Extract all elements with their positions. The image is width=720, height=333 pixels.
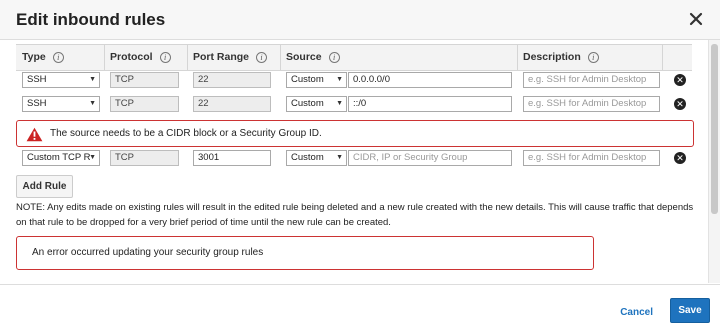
- warning-icon: [26, 127, 43, 142]
- chevron-down-icon: ▼: [89, 76, 96, 83]
- remove-rule-icon[interactable]: ✕: [674, 74, 686, 86]
- source-input[interactable]: ::/0: [348, 96, 512, 112]
- info-icon[interactable]: i: [328, 51, 340, 63]
- update-error-text: An error occurred updating your security…: [32, 247, 264, 258]
- scrollbar-thumb[interactable]: [711, 44, 718, 214]
- type-select[interactable]: Custom TCP R ▼: [22, 150, 100, 166]
- source-input[interactable]: CIDR, IP or Security Group: [348, 150, 512, 166]
- rule-row: SSH ▼ TCP 22 Custom ▼ 0.0.0.0/0 e.g. SSH…: [16, 69, 692, 91]
- source-validation-error: The source needs to be a CIDR block or a…: [16, 120, 694, 147]
- chevron-down-icon: ▼: [336, 154, 343, 161]
- rules-scroll-area[interactable]: Type i Protocol i Port Range i Source i …: [0, 40, 720, 283]
- type-select[interactable]: SSH ▼: [22, 96, 100, 112]
- header-description: Description i: [517, 45, 599, 70]
- chevron-down-icon: ▼: [89, 154, 96, 161]
- protocol-field: TCP: [110, 72, 179, 88]
- remove-rule-icon[interactable]: ✕: [674, 98, 686, 110]
- save-button[interactable]: Save: [670, 298, 710, 323]
- header-type: Type i: [22, 51, 64, 63]
- port-range-field: 22: [193, 72, 271, 88]
- info-icon[interactable]: i: [587, 51, 599, 63]
- info-icon[interactable]: i: [52, 51, 64, 63]
- source-type-select[interactable]: Custom ▼: [286, 72, 347, 88]
- rule-row: SSH ▼ TCP 22 Custom ▼ ::/0 e.g. SSH for …: [16, 93, 692, 115]
- validation-error-text: The source needs to be a CIDR block or a…: [50, 128, 322, 139]
- edit-inbound-rules-dialog: Edit inbound rules Type i Protocol i Por…: [0, 0, 720, 333]
- info-icon[interactable]: i: [256, 51, 268, 63]
- update-error-box: An error occurred updating your security…: [16, 236, 594, 270]
- chevron-down-icon: ▼: [336, 76, 343, 83]
- port-range-field[interactable]: 3001: [193, 150, 271, 166]
- remove-rule-icon[interactable]: ✕: [674, 152, 686, 164]
- source-input[interactable]: 0.0.0.0/0: [348, 72, 512, 88]
- dialog-title: Edit inbound rules: [16, 10, 166, 29]
- rules-table-header: Type i Protocol i Port Range i Source i …: [16, 44, 692, 71]
- header-port-range: Port Range i: [187, 45, 268, 70]
- rule-row: Custom TCP R ▼ TCP 3001 Custom ▼ CIDR, I…: [16, 147, 692, 169]
- edit-note: NOTE: Any edits made on existing rules w…: [16, 202, 694, 228]
- header-source: Source i: [280, 45, 340, 70]
- description-input[interactable]: e.g. SSH for Admin Desktop: [523, 96, 660, 112]
- protocol-field: TCP: [110, 96, 179, 112]
- chevron-down-icon: ▼: [89, 100, 96, 107]
- info-icon[interactable]: i: [159, 51, 171, 63]
- vertical-scrollbar[interactable]: [708, 40, 720, 283]
- chevron-down-icon: ▼: [336, 100, 343, 107]
- type-select[interactable]: SSH ▼: [22, 72, 100, 88]
- description-input[interactable]: e.g. SSH for Admin Desktop: [523, 72, 660, 88]
- description-input[interactable]: e.g. SSH for Admin Desktop: [523, 150, 660, 166]
- close-icon[interactable]: [688, 11, 704, 27]
- dialog-footer: Cancel Save: [0, 284, 720, 333]
- port-range-field: 22: [193, 96, 271, 112]
- source-type-select[interactable]: Custom ▼: [286, 150, 347, 166]
- source-type-select[interactable]: Custom ▼: [286, 96, 347, 112]
- header-protocol: Protocol i: [104, 45, 171, 70]
- add-rule-button[interactable]: Add Rule: [16, 175, 73, 198]
- protocol-field: TCP: [110, 150, 179, 166]
- cancel-button[interactable]: Cancel: [620, 307, 653, 318]
- dialog-header: Edit inbound rules: [0, 0, 720, 40]
